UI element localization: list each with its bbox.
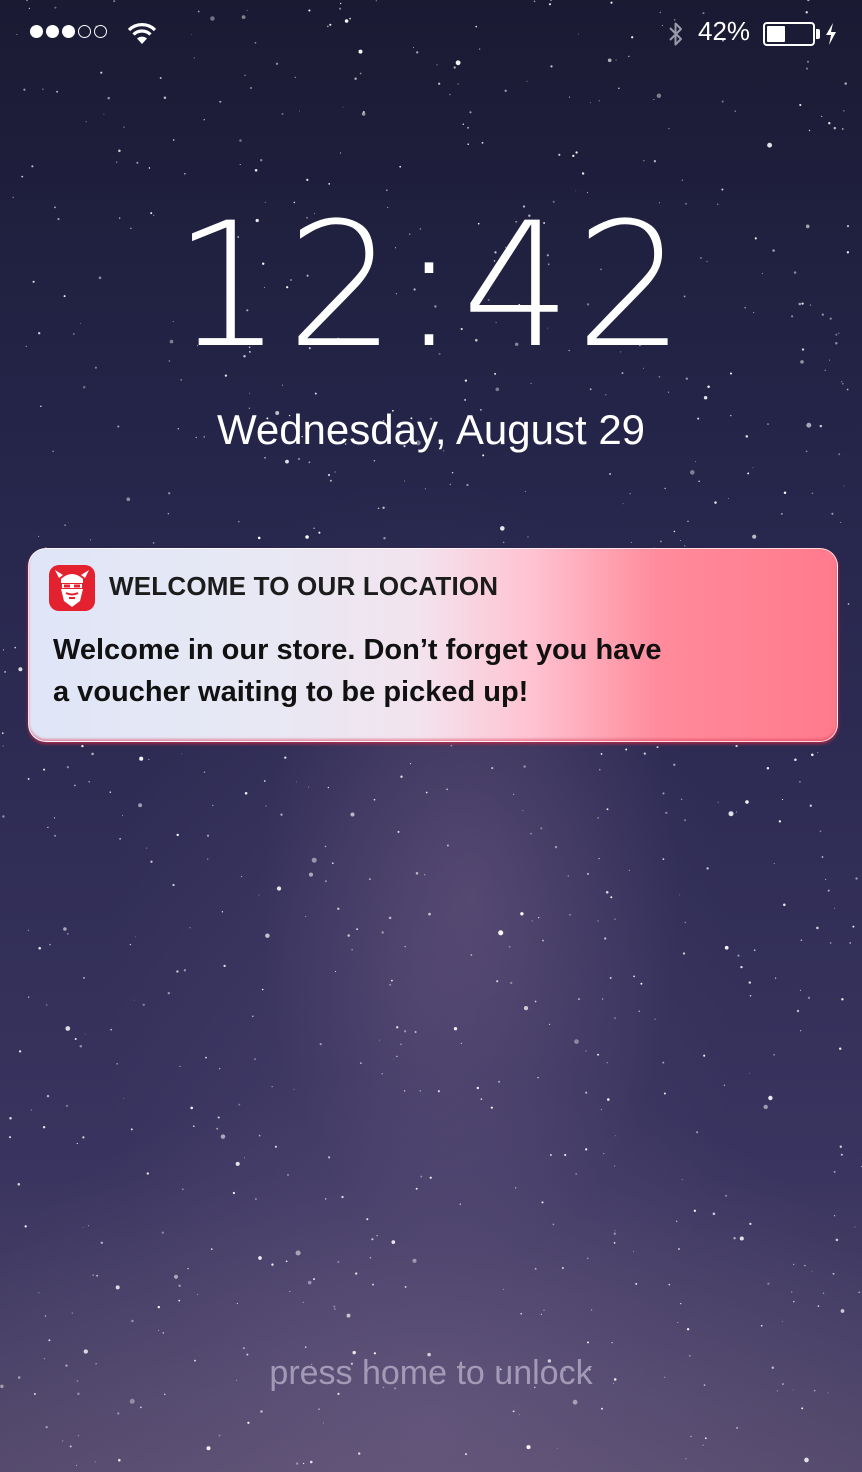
notification-body-line: Welcome in our store. Don’t forget you h… xyxy=(53,634,662,666)
unlock-hint[interactable]: press home to unlock xyxy=(0,1354,862,1393)
lock-screen: 42% 12:42 Wednesday, August 29 WELCOME T xyxy=(0,0,862,1472)
notification-banner[interactable]: WELCOME TO OUR LOCATION Welcome in our s… xyxy=(28,548,838,742)
signal-dot xyxy=(46,25,59,38)
signal-dot xyxy=(62,25,75,38)
signal-dot xyxy=(78,25,91,38)
battery-icon xyxy=(763,22,815,46)
notification-body-line: a voucher waiting to be picked up! xyxy=(53,676,529,708)
battery-percentage: 42% xyxy=(698,16,751,46)
bluetooth-icon xyxy=(669,22,682,46)
signal-dot xyxy=(30,25,43,38)
signal-strength-icon xyxy=(30,25,107,38)
battery-level-fill xyxy=(767,26,785,42)
wifi-icon xyxy=(127,23,157,44)
lightning-icon xyxy=(826,23,836,45)
lock-screen-date: Wednesday, August 29 xyxy=(216,406,646,453)
lock-screen-time: 12:42 xyxy=(173,185,689,386)
signal-dot xyxy=(94,25,107,38)
status-bar: 42% xyxy=(0,0,862,66)
battery-tip xyxy=(816,29,820,39)
notification-body: Welcome in our store. Don’t forget you h… xyxy=(53,629,793,713)
viking-head-icon xyxy=(49,565,95,611)
notification-title: WELCOME TO OUR LOCATION xyxy=(109,571,499,601)
